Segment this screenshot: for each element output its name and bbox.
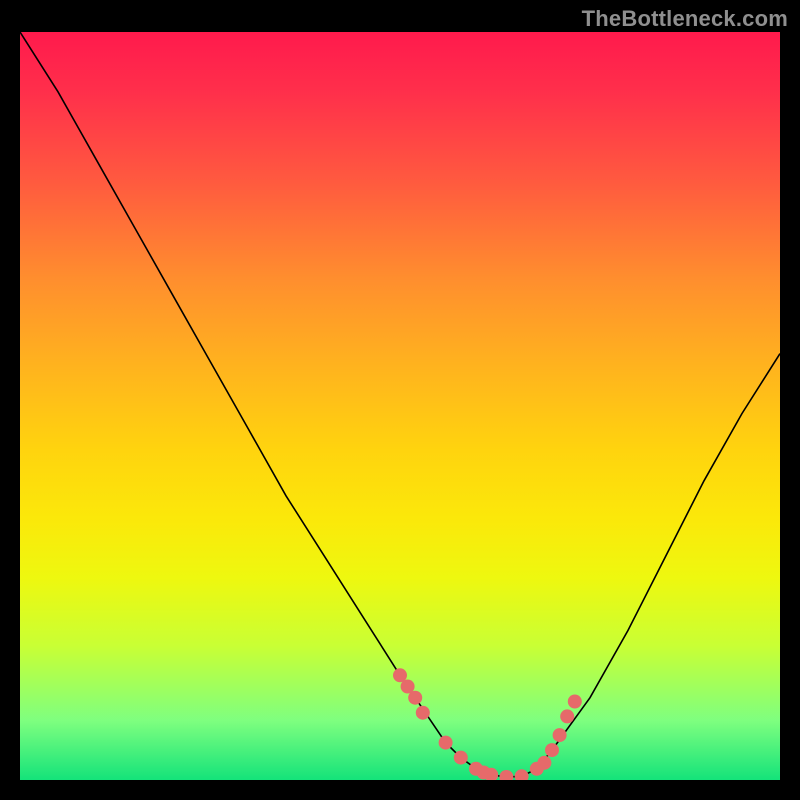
highlight-dot bbox=[568, 695, 582, 709]
highlight-dot bbox=[408, 691, 422, 705]
highlight-dot bbox=[454, 751, 468, 765]
highlight-dot bbox=[537, 756, 551, 770]
chart-frame: TheBottleneck.com bbox=[0, 0, 800, 800]
plot-area bbox=[20, 32, 780, 780]
highlight-dot bbox=[545, 743, 559, 757]
bottleneck-curve bbox=[20, 32, 780, 777]
highlight-dot bbox=[515, 769, 529, 780]
highlight-dot bbox=[439, 736, 453, 750]
attribution-text: TheBottleneck.com bbox=[582, 6, 788, 32]
highlight-dot bbox=[560, 709, 574, 723]
highlight-dot bbox=[553, 728, 567, 742]
highlight-dot bbox=[416, 706, 430, 720]
curve-svg bbox=[20, 32, 780, 780]
highlight-dots-group bbox=[393, 668, 582, 780]
highlight-dot bbox=[499, 770, 513, 780]
